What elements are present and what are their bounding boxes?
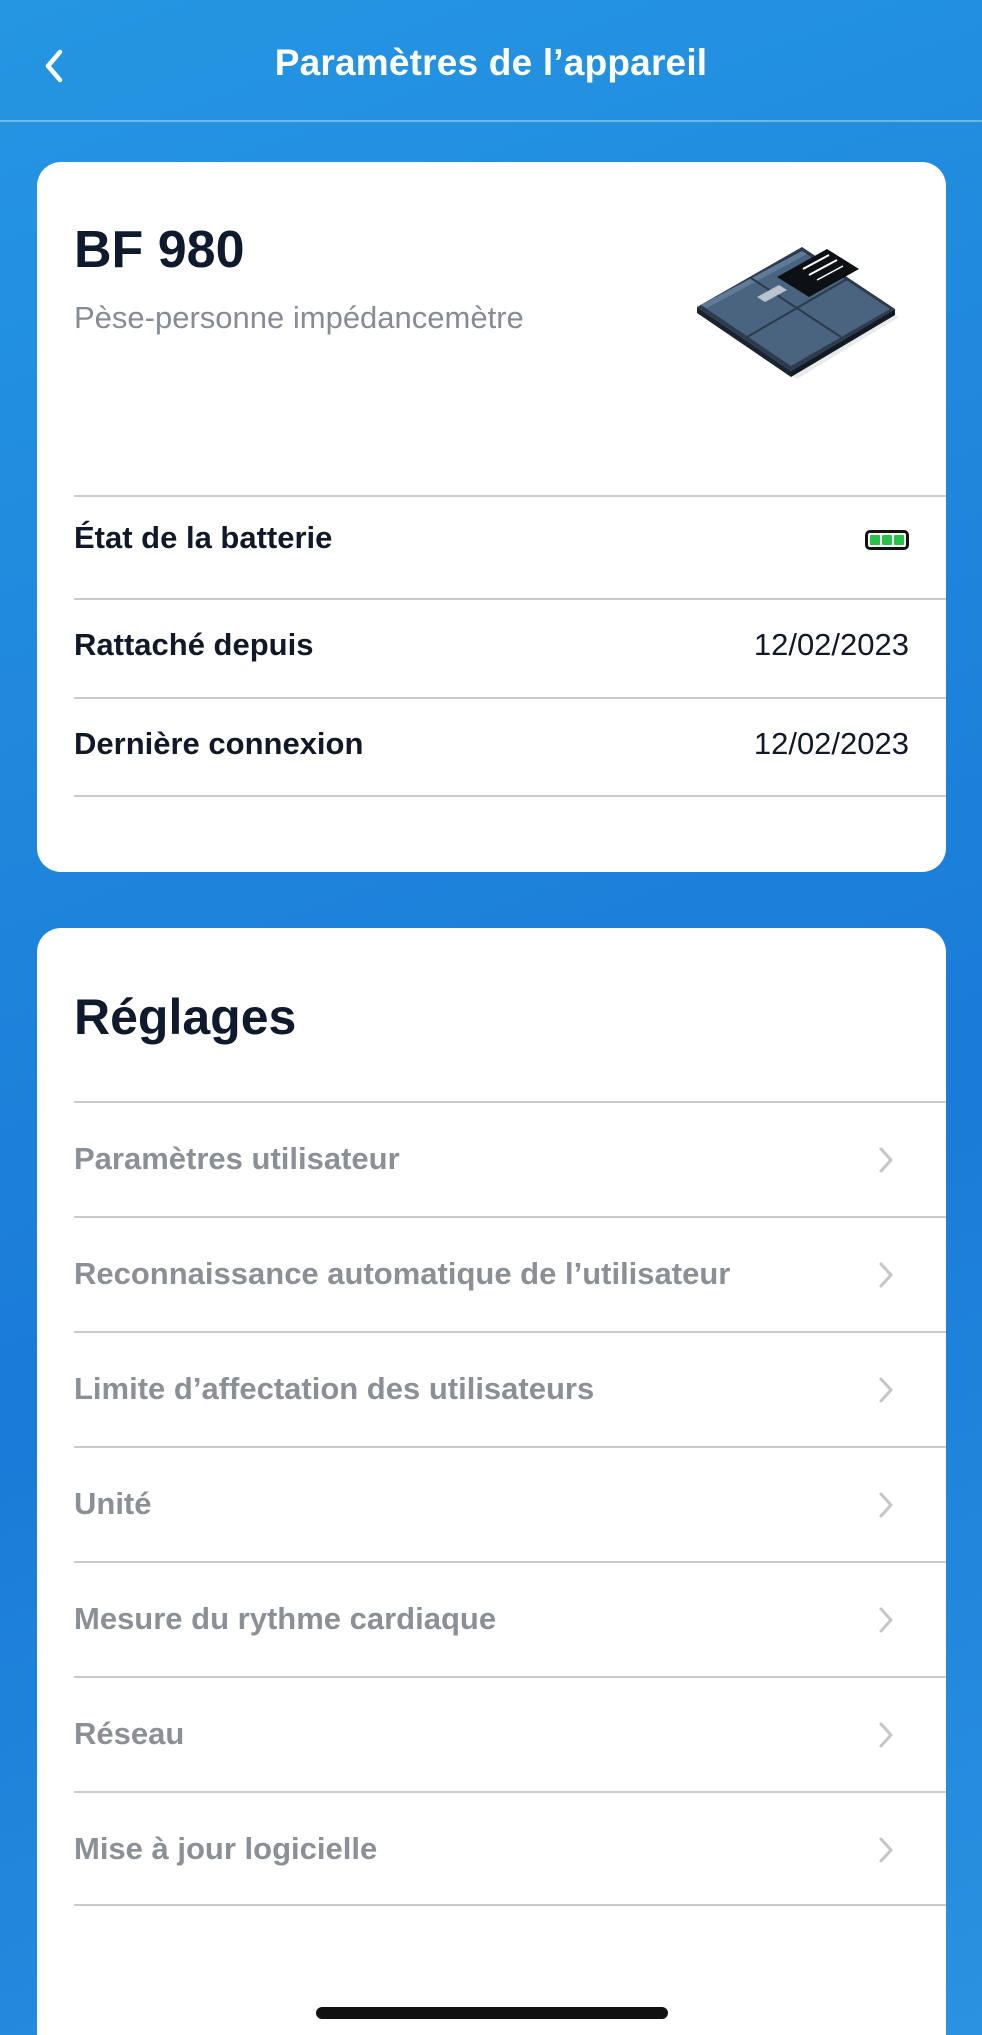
setting-label: Mesure du rythme cardiaque [74,1601,497,1636]
last-connection-label: Dernière connexion [74,726,364,761]
attached-since-label: Rattaché depuis [74,627,314,662]
setting-label: Reconnaissance automatique de l’utilisat… [74,1256,731,1291]
last-connection-value: 12/02/2023 [753,726,909,761]
setting-network[interactable]: Réseau [74,1678,946,1792]
chevron-right-icon [879,1262,893,1288]
battery-segment [882,535,892,545]
setting-heart-rate[interactable]: Mesure du rythme cardiaque [74,1563,946,1677]
settings-card: Réglages Paramètres utilisateur Reconnai… [37,928,946,2035]
divider [74,598,946,600]
setting-label: Réseau [74,1716,185,1751]
setting-label: Mise à jour logicielle [74,1831,378,1866]
device-type: Pèse-personne impédancemètre [74,300,524,335]
chevron-right-icon [879,1607,893,1633]
page-title: Paramètres de l’appareil [274,42,708,83]
setting-user-assignment-limit[interactable]: Limite d’affectation des utilisateurs [74,1333,946,1447]
setting-label: Paramètres utilisateur [74,1141,400,1176]
attached-since-value: 12/02/2023 [753,627,909,662]
setting-auto-user-recognition[interactable]: Reconnaissance automatique de l’utilisat… [74,1218,946,1332]
settings-title: Réglages [74,989,297,1045]
device-name: BF 980 [74,221,245,279]
chevron-right-icon [879,1837,893,1863]
chevron-right-icon [879,1377,893,1403]
divider [74,1904,946,1906]
scale-device-image [697,247,899,379]
setting-label: Unité [74,1486,152,1521]
chevron-right-icon [879,1492,893,1518]
chevron-right-icon [879,1147,893,1173]
battery-icon [865,530,909,550]
battery-status-label: État de la batterie [74,520,333,555]
divider [74,697,946,699]
setting-label: Limite d’affectation des utilisateurs [74,1371,595,1406]
divider [74,795,946,797]
battery-segment [894,535,904,545]
device-card: BF 980 Pèse-personne impédancemètre État… [37,162,946,872]
home-indicator[interactable] [316,2007,668,2019]
setting-unit[interactable]: Unité [74,1448,946,1562]
nav-header: Paramètres de l’appareil [0,0,982,122]
setting-user-parameters[interactable]: Paramètres utilisateur [74,1103,946,1217]
divider [74,495,946,497]
battery-segment [870,535,880,545]
setting-software-update[interactable]: Mise à jour logicielle [74,1793,946,1907]
chevron-right-icon [879,1722,893,1748]
